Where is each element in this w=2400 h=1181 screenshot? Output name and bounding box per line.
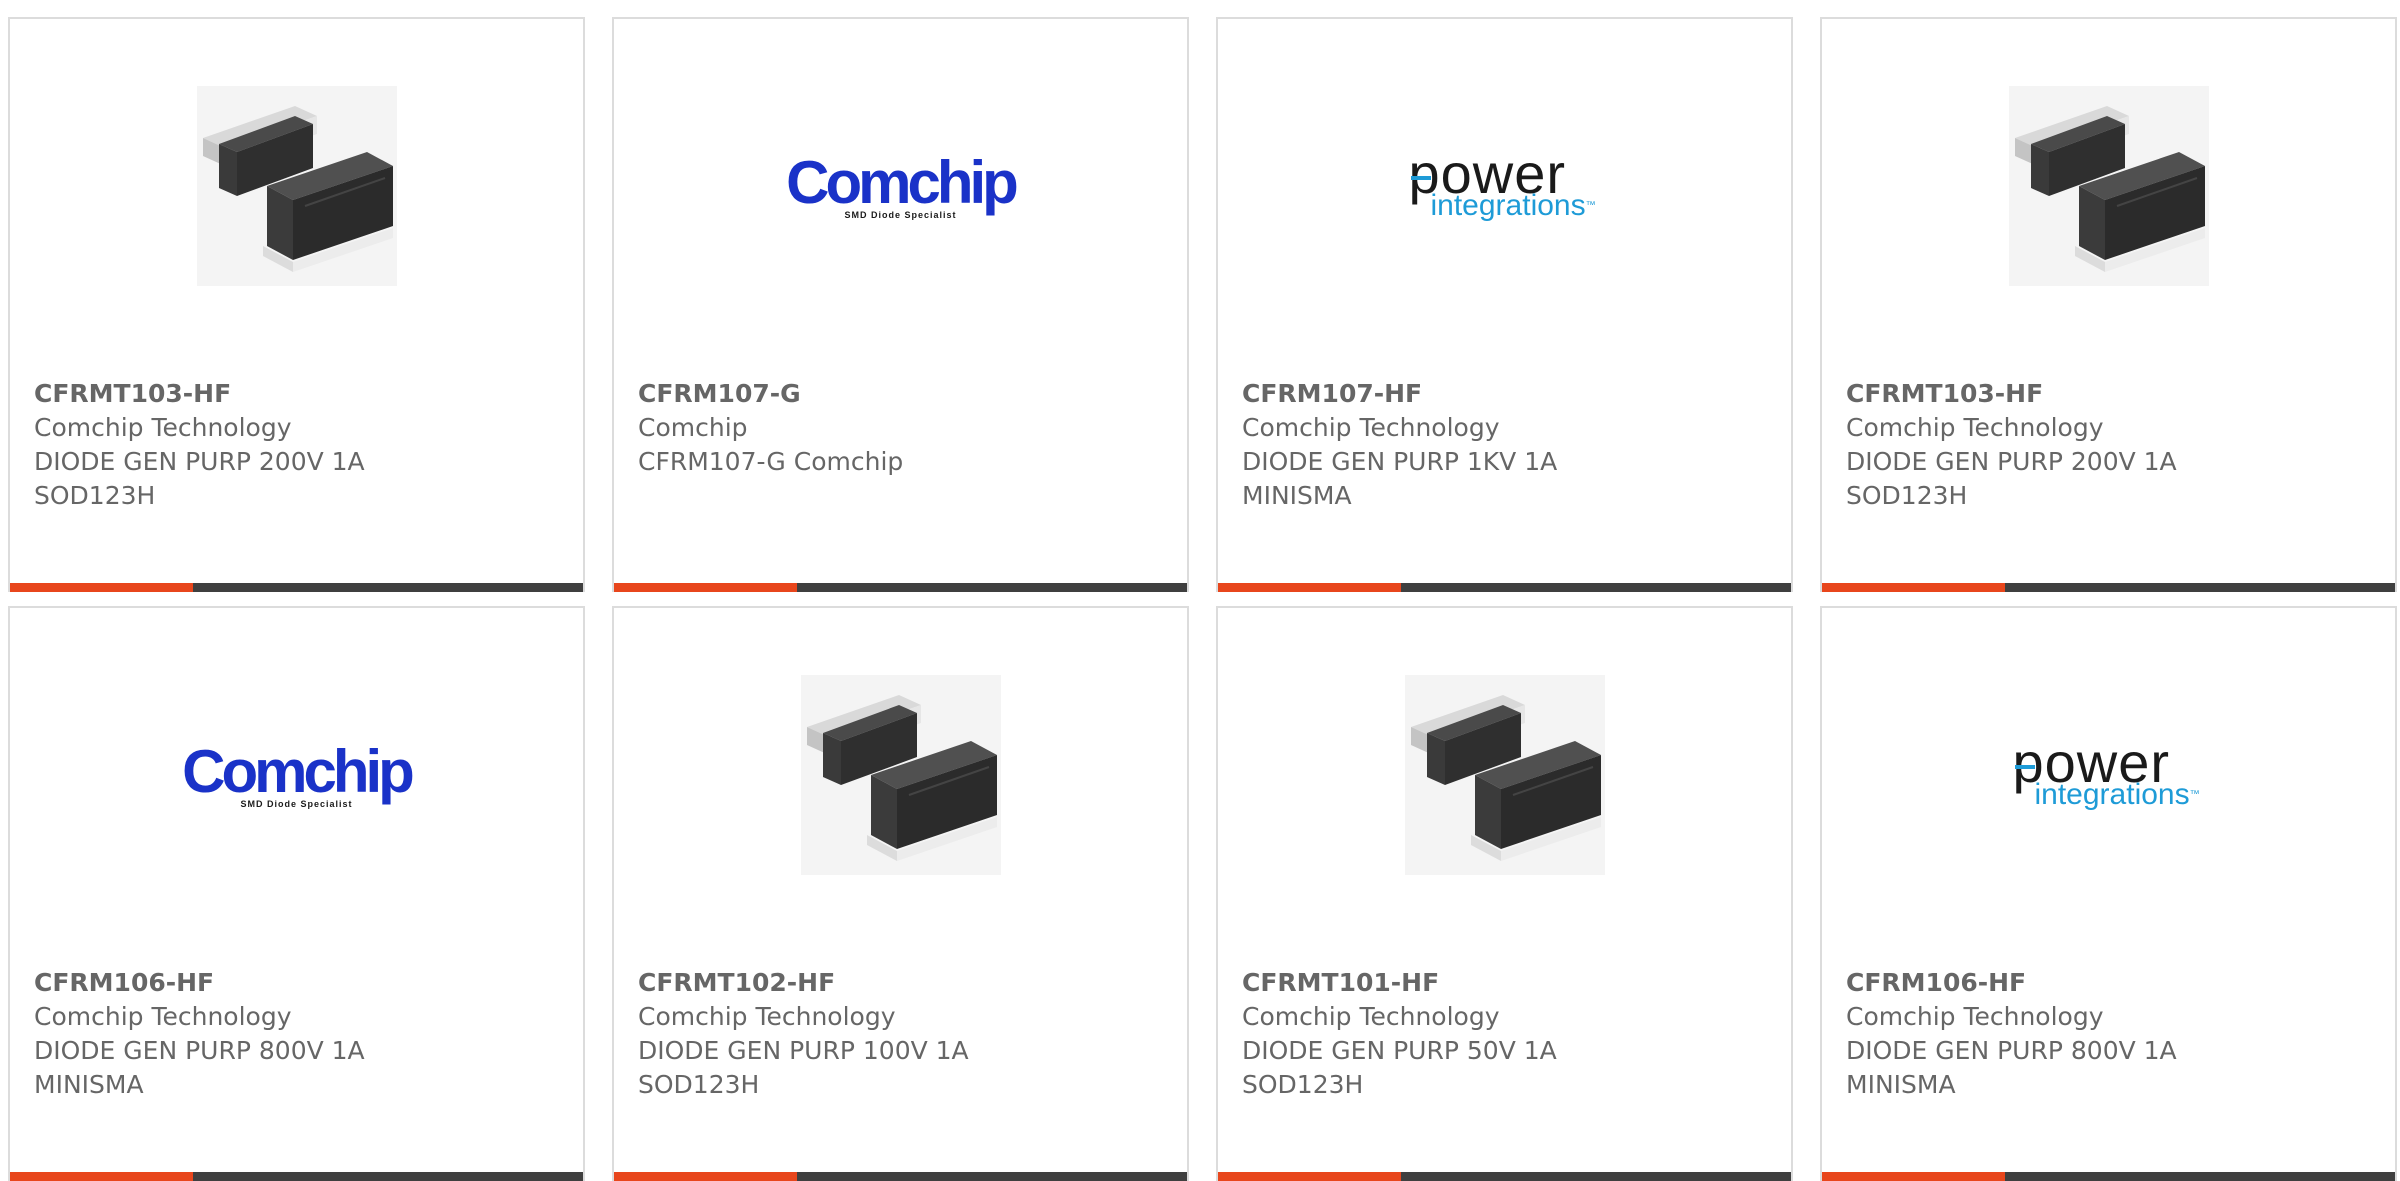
description: DIODE GEN PURP 200V 1A: [34, 447, 365, 476]
product-image[interactable]: [1218, 668, 1791, 882]
card-bar-accent: [1218, 1172, 1401, 1181]
part-number[interactable]: CFRMT103-HF: [34, 377, 563, 411]
manufacturer: Comchip: [638, 413, 748, 442]
part-number[interactable]: CFRMT103-HF: [1846, 377, 2375, 411]
card-bottom-bar: [1822, 1172, 2395, 1181]
card-bottom-bar: [10, 1172, 583, 1181]
description: DIODE GEN PURP 1KV 1A: [1242, 447, 1558, 476]
card-bottom-bar: [614, 583, 1187, 592]
sod123h-package-image: [1404, 675, 1605, 875]
product-card[interactable]: power integrations™ CFRM106-HF Comchip T…: [1820, 606, 2397, 1181]
sod123h-package-image: [2008, 86, 2209, 286]
part-number[interactable]: CFRM107-G: [638, 377, 1167, 411]
manufacturer: Comchip Technology: [1846, 413, 2104, 442]
card-bottom-bar: [1218, 583, 1791, 592]
package: SOD123H: [34, 481, 156, 510]
product-card[interactable]: CFRMT101-HF Comchip Technology DIODE GEN…: [1216, 606, 1793, 1181]
product-card[interactable]: Comchip SMD Diode Specialist CFRM106-HF …: [8, 606, 585, 1181]
manufacturer: Comchip Technology: [638, 1002, 896, 1031]
sod123h-package-image: [800, 675, 1001, 875]
package: MINISMA: [1846, 1070, 1956, 1099]
power-integrations-logo: power integrations™: [2012, 731, 2200, 811]
part-number[interactable]: CFRMT102-HF: [638, 966, 1167, 1000]
part-number[interactable]: CFRM106-HF: [34, 966, 563, 1000]
product-image[interactable]: power integrations™: [1218, 79, 1791, 293]
manufacturer: Comchip Technology: [34, 1002, 292, 1031]
card-bottom-bar: [10, 583, 583, 592]
power-integrations-logo: power integrations™: [1408, 142, 1596, 222]
package: SOD123H: [1242, 1070, 1364, 1099]
card-bar-accent: [1822, 583, 2005, 592]
product-card[interactable]: power integrations™ CFRM107-HF Comchip T…: [1216, 17, 1793, 592]
product-card[interactable]: Comchip SMD Diode Specialist CFRM107-G C…: [612, 17, 1189, 592]
card-bar-accent: [1218, 583, 1401, 592]
package: SOD123H: [638, 1070, 760, 1099]
manufacturer: Comchip Technology: [1846, 1002, 2104, 1031]
comchip-logo: Comchip SMD Diode Specialist: [182, 737, 415, 809]
card-bottom-bar: [614, 1172, 1187, 1181]
part-number[interactable]: CFRM106-HF: [1846, 966, 2375, 1000]
card-bar-accent: [614, 583, 797, 592]
comchip-logo: Comchip SMD Diode Specialist: [786, 148, 1019, 220]
description: DIODE GEN PURP 800V 1A: [1846, 1036, 2177, 1065]
product-image[interactable]: Comchip SMD Diode Specialist: [10, 668, 583, 882]
description: CFRM107-G Comchip: [638, 447, 904, 476]
manufacturer: Comchip Technology: [1242, 1002, 1500, 1031]
product-image[interactable]: Comchip SMD Diode Specialist: [614, 79, 1187, 293]
description: DIODE GEN PURP 50V 1A: [1242, 1036, 1557, 1065]
package: MINISMA: [34, 1070, 144, 1099]
package: SOD123H: [1846, 481, 1968, 510]
package: MINISMA: [1242, 481, 1352, 510]
card-bar-accent: [1822, 1172, 2005, 1181]
description: DIODE GEN PURP 200V 1A: [1846, 447, 2177, 476]
product-card[interactable]: CFRMT103-HF Comchip Technology DIODE GEN…: [1820, 17, 2397, 592]
part-number[interactable]: CFRM107-HF: [1242, 377, 1771, 411]
product-image[interactable]: [614, 668, 1187, 882]
sod123h-package-image: [196, 86, 397, 286]
description: DIODE GEN PURP 800V 1A: [34, 1036, 365, 1065]
description: DIODE GEN PURP 100V 1A: [638, 1036, 969, 1065]
part-number[interactable]: CFRMT101-HF: [1242, 966, 1771, 1000]
card-bar-accent: [10, 583, 193, 592]
card-bar-accent: [614, 1172, 797, 1181]
product-card[interactable]: CFRMT103-HF Comchip Technology DIODE GEN…: [8, 17, 585, 592]
product-image[interactable]: [10, 79, 583, 293]
product-image[interactable]: [1822, 79, 2395, 293]
card-bottom-bar: [1218, 1172, 1791, 1181]
card-bottom-bar: [1822, 583, 2395, 592]
product-image[interactable]: power integrations™: [1822, 668, 2395, 882]
manufacturer: Comchip Technology: [34, 413, 292, 442]
product-card[interactable]: CFRMT102-HF Comchip Technology DIODE GEN…: [612, 606, 1189, 1181]
manufacturer: Comchip Technology: [1242, 413, 1500, 442]
card-bar-accent: [10, 1172, 193, 1181]
